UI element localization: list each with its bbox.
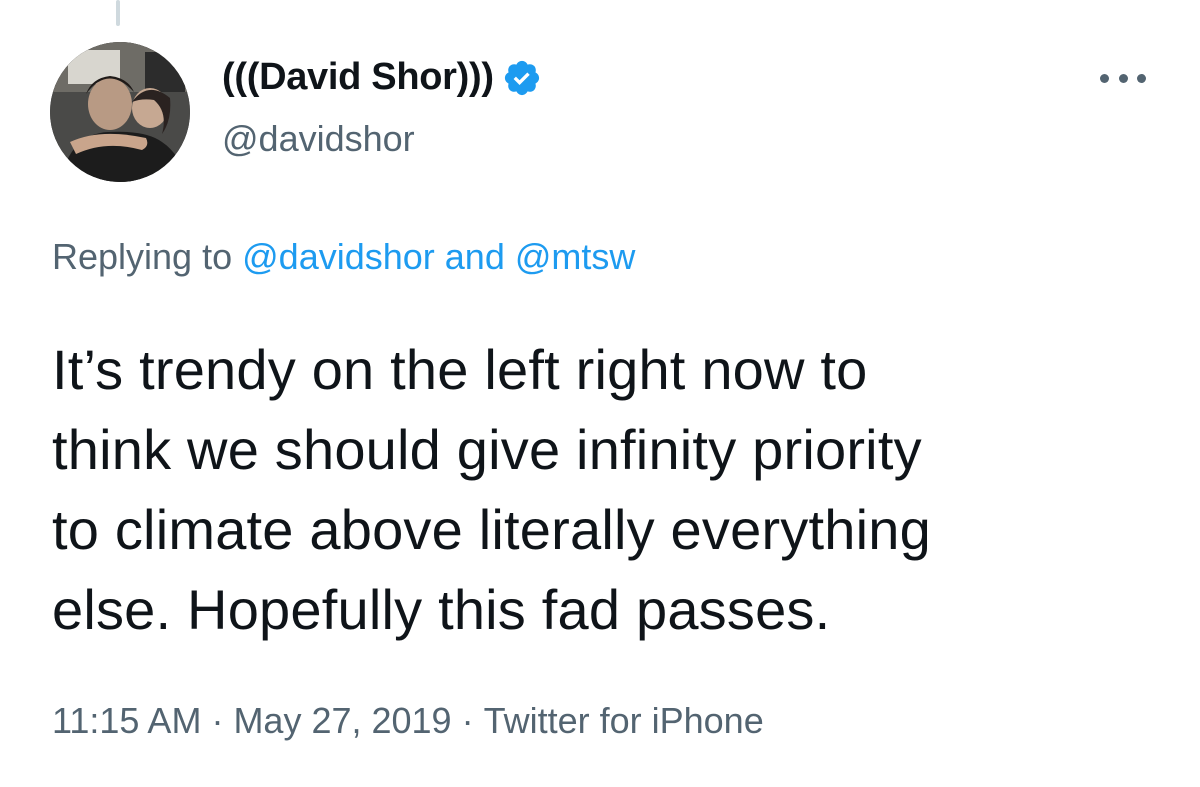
meta-separator: · [211, 700, 224, 741]
tweet-text-line: to climate above literally everything [52, 498, 931, 561]
tweet: (((David Shor))) @davidshor Replying to … [0, 0, 1200, 787]
author-name-row: (((David Shor))) [222, 56, 542, 99]
tweet-date[interactable]: May 27, 2019 [233, 700, 451, 741]
mention-link-mtsw[interactable]: @mtsw [515, 236, 636, 277]
tweet-text: It’s trendy on the left right now to thi… [52, 330, 1162, 650]
author-display-name[interactable]: (((David Shor))) [222, 56, 494, 99]
more-dot [1100, 73, 1109, 83]
tweet-text-line: think we should give infinity priority [52, 418, 922, 481]
avatar[interactable] [50, 42, 190, 182]
tweet-time[interactable]: 11:15 AM [52, 700, 201, 741]
tweet-source[interactable]: Twitter for iPhone [484, 700, 764, 741]
replying-to-label: Replying to [52, 236, 233, 277]
avatar-photo [50, 42, 190, 182]
more-options-icon[interactable] [1100, 58, 1146, 98]
tweet-text-line: else. Hopefully this fad passes. [52, 578, 831, 641]
mention-link-davidshor[interactable]: @davidshor [242, 236, 435, 277]
tweet-text-line: It’s trendy on the left right now to [52, 338, 868, 401]
replying-to: Replying to @davidshor and @mtsw [52, 236, 635, 278]
more-dot [1118, 73, 1128, 83]
author-handle[interactable]: @davidshor [222, 118, 415, 160]
replying-to-conjunction[interactable]: and [445, 236, 505, 277]
verified-badge-icon [502, 58, 542, 98]
more-dot [1137, 73, 1146, 83]
thread-connector-line [116, 0, 120, 26]
tweet-metadata: 11:15 AM · May 27, 2019 · Twitter for iPhone [52, 700, 764, 742]
meta-separator: · [461, 700, 474, 741]
